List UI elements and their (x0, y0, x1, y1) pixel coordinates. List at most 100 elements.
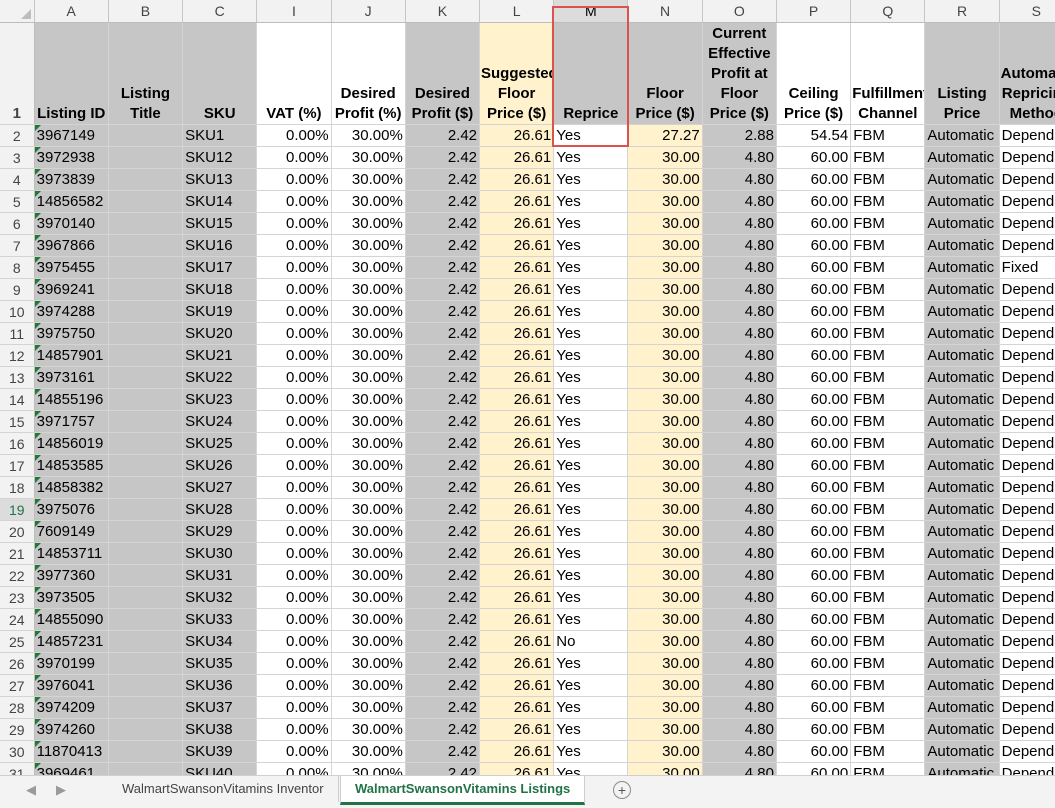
cell-n[interactable]: 30.00 (627, 542, 703, 565)
column-header-q[interactable]: Q (850, 0, 926, 23)
cell-q[interactable]: FBM (850, 718, 926, 741)
cell-k[interactable]: 2.42 (405, 212, 481, 235)
cell-m[interactable]: Yes (553, 234, 629, 257)
cell-s[interactable]: Dependant (999, 410, 1055, 433)
cell-q[interactable]: FBM (850, 520, 926, 543)
cell-i[interactable]: 0.00% (256, 234, 332, 257)
cell-k[interactable]: 2.42 (405, 410, 481, 433)
cell-p[interactable]: 60.00 (776, 476, 852, 499)
cell-q[interactable]: FBM (850, 476, 926, 499)
cell-b[interactable] (108, 652, 184, 675)
cell-q[interactable]: FBM (850, 586, 926, 609)
spreadsheet-grid[interactable]: A B C I J K L M N O P Q R S 1 Listing ID Listing Title SK… (0, 0, 1055, 775)
cell-n[interactable]: 27.27 (627, 124, 703, 147)
cell-j[interactable]: 30.00% (331, 520, 406, 543)
cell-o[interactable]: 4.80 (702, 146, 777, 169)
cell-o[interactable]: 4.80 (702, 608, 777, 631)
cell-m[interactable]: Yes (553, 212, 629, 235)
cell-l[interactable]: 26.61 (479, 740, 555, 763)
cell-l[interactable]: 26.61 (479, 410, 555, 433)
cell-p[interactable]: 60.00 (776, 212, 852, 235)
cell-i[interactable]: 0.00% (256, 256, 332, 279)
cell-i[interactable]: 0.00% (256, 652, 332, 675)
cell-n[interactable]: 30.00 (627, 432, 703, 455)
cell-a[interactable]: 3976041 (34, 674, 109, 697)
cell-n[interactable]: 30.00 (627, 564, 703, 587)
cell-o[interactable]: 4.80 (702, 718, 777, 741)
cell-c[interactable]: SKU12 (182, 146, 258, 169)
row-number[interactable]: 9 (0, 278, 35, 301)
cell-j[interactable]: 30.00% (331, 740, 406, 763)
cell-n[interactable]: 30.00 (627, 300, 703, 323)
cell-a[interactable]: 3975455 (34, 256, 109, 279)
cell-j[interactable]: 30.00% (331, 344, 406, 367)
cell-j[interactable]: 30.00% (331, 410, 406, 433)
column-header-n[interactable]: N (627, 0, 703, 23)
cell-j[interactable]: 30.00% (331, 564, 406, 587)
cell-l[interactable]: 26.61 (479, 630, 555, 653)
cell-n[interactable]: 30.00 (627, 146, 703, 169)
cell-b[interactable] (108, 256, 184, 279)
cell-j[interactable]: 30.00% (331, 278, 406, 301)
cell-a[interactable]: 14857901 (34, 344, 109, 367)
cell-q[interactable]: FBM (850, 388, 926, 411)
cell-b[interactable] (108, 454, 184, 477)
cell-s[interactable]: Dependant (999, 498, 1055, 521)
cell-m[interactable]: Yes (553, 410, 629, 433)
column-header-s[interactable]: S (999, 0, 1055, 23)
cell-p[interactable]: 60.00 (776, 366, 852, 389)
cell-m[interactable]: Yes (553, 520, 629, 543)
cell-n[interactable]: 30.00 (627, 344, 703, 367)
cell-b[interactable] (108, 234, 184, 257)
cell-b[interactable] (108, 608, 184, 631)
select-all-corner[interactable] (0, 0, 35, 23)
cell-l[interactable]: 26.61 (479, 190, 555, 213)
cell-n[interactable]: 30.00 (627, 630, 703, 653)
cell-j[interactable]: 30.00% (331, 762, 406, 775)
cell-b[interactable] (108, 586, 184, 609)
cell-i[interactable]: 0.00% (256, 146, 332, 169)
row-number[interactable]: 12 (0, 344, 35, 367)
cell-p[interactable]: 60.00 (776, 190, 852, 213)
column-header-i[interactable]: I (256, 0, 332, 23)
cell-q[interactable]: FBM (850, 212, 926, 235)
cell-a[interactable]: 3972938 (34, 146, 109, 169)
cell-o[interactable]: 4.80 (702, 168, 777, 191)
cell-r[interactable]: Automatic (924, 212, 1000, 235)
cell-a[interactable]: 3973161 (34, 366, 109, 389)
cell-n[interactable]: 30.00 (627, 190, 703, 213)
cell-m[interactable]: Yes (553, 278, 629, 301)
cell-p[interactable]: 60.00 (776, 256, 852, 279)
cell-p[interactable]: 60.00 (776, 608, 852, 631)
cell-i[interactable]: 0.00% (256, 476, 332, 499)
cell-a[interactable]: 3973505 (34, 586, 109, 609)
cell-a[interactable]: 3974260 (34, 718, 109, 741)
cell-j[interactable]: 30.00% (331, 322, 406, 345)
cell-a[interactable]: 3969461 (34, 762, 109, 775)
cell-a[interactable]: 14855196 (34, 388, 109, 411)
cell-a[interactable]: 14857231 (34, 630, 109, 653)
cell-o[interactable]: 4.80 (702, 454, 777, 477)
cell-m[interactable]: Yes (553, 344, 629, 367)
cell-o[interactable]: 4.80 (702, 498, 777, 521)
cell-j[interactable]: 30.00% (331, 366, 406, 389)
cell-o[interactable]: 4.80 (702, 520, 777, 543)
cell-p[interactable]: 60.00 (776, 564, 852, 587)
column-header-m[interactable]: M (553, 0, 629, 23)
cell-s[interactable]: Dependant (999, 432, 1055, 455)
cell-b[interactable] (108, 630, 184, 653)
cell-i[interactable]: 0.00% (256, 520, 332, 543)
cell-p[interactable]: 60.00 (776, 234, 852, 257)
cell-n[interactable]: 30.00 (627, 388, 703, 411)
cell-o[interactable]: 4.80 (702, 630, 777, 653)
cell-c[interactable]: SKU29 (182, 520, 258, 543)
cell-m[interactable]: Yes (553, 124, 629, 147)
cell-m[interactable]: Yes (553, 432, 629, 455)
row-number[interactable]: 18 (0, 476, 35, 499)
cell-r[interactable]: Automatic (924, 432, 1000, 455)
column-header-l[interactable]: L (479, 0, 555, 23)
cell-c[interactable]: SKU23 (182, 388, 258, 411)
cell-o[interactable]: 4.80 (702, 212, 777, 235)
cell-k[interactable]: 2.42 (405, 476, 481, 499)
cell-a[interactable]: 3975750 (34, 322, 109, 345)
